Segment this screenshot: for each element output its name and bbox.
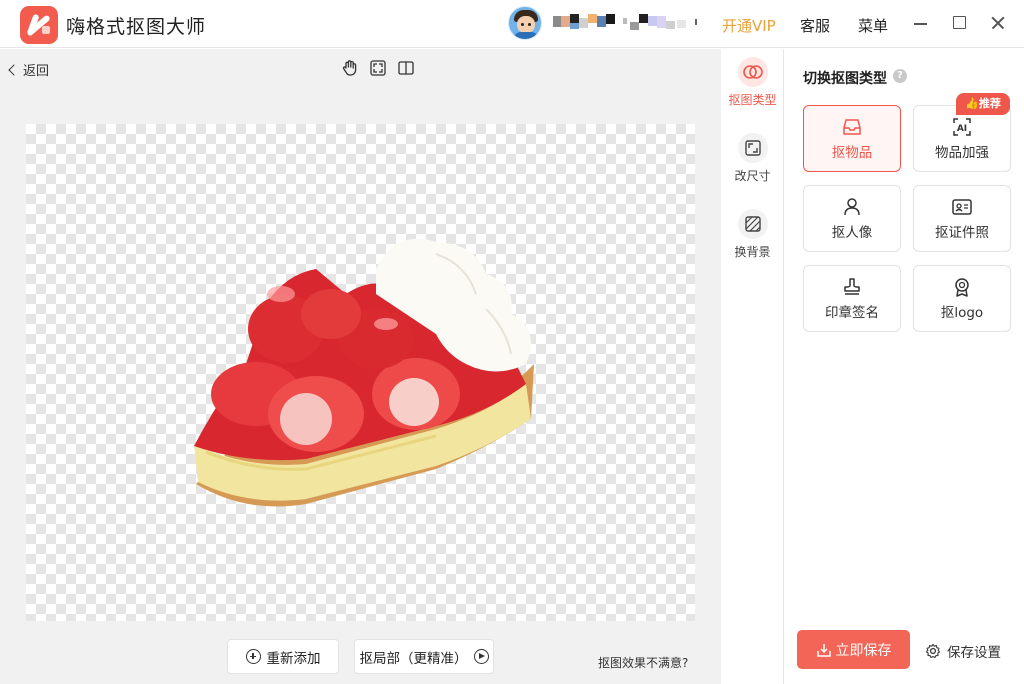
minimize-icon[interactable] [910,12,932,34]
title-bar: 嗨格式抠图大师 开通VIP 客服 菜单 [0,0,1024,48]
resize-icon [737,133,768,163]
card-object-enhance[interactable]: AI 物品加强 [913,105,1011,172]
save-label: 立即保存 [835,642,892,659]
cutout-type-icon [737,57,768,87]
card-cutout-portrait[interactable]: 抠人像 [803,185,901,252]
partial-label: 抠局部（更精准） [359,650,468,667]
badge-label: 推荐 [978,97,1001,110]
fit-screen-icon[interactable] [369,59,387,77]
rail-item-cutout-type[interactable]: 抠图类型 [721,57,784,108]
card-stamp-signature[interactable]: 印章签名 [803,265,901,332]
close-icon[interactable] [987,12,1009,34]
card-cutout-object[interactable]: 抠物品 [803,105,901,172]
partial-cutout-button[interactable]: 抠局部（更精准） [354,639,494,674]
person-icon [841,196,863,218]
add-circle-icon [245,649,261,664]
panel-title: 切换抠图类型 [803,71,887,87]
save-now-button[interactable]: 立即保存 [797,630,910,669]
card-label: 抠物品 [831,145,873,161]
download-icon [816,643,831,657]
rail-label: 换背景 [734,245,771,259]
hand-icon[interactable] [341,59,359,77]
card-cutout-logo[interactable]: 抠logo [913,265,1011,332]
customer-service-link[interactable]: 客服 [800,15,830,36]
rail-label: 改尺寸 [734,169,771,183]
app-logo [20,6,58,44]
play-circle-icon [473,649,489,664]
readd-button[interactable]: 重新添加 [227,639,339,674]
rail-item-resize[interactable]: 改尺寸 [721,133,784,184]
chevron-left-icon [8,64,20,76]
menu-link[interactable]: 菜单 [858,15,888,36]
thumbs-up-icon: 👍 [965,97,979,110]
card-label: 抠证件照 [935,225,989,241]
masked-username[interactable] [553,14,703,30]
save-settings-button[interactable]: 保存设置 [925,641,1001,661]
cutout-result-image[interactable] [186,214,546,524]
rail-label: 抠图类型 [728,93,777,107]
compare-icon[interactable] [397,59,415,77]
app-window: 嗨格式抠图大师 开通VIP 客服 菜单 返回 重新添加 抠局部（更精准） 抠图效… [0,0,1024,684]
open-vip-link[interactable]: 开通VIP [722,15,776,36]
card-id-photo[interactable]: 抠证件照 [913,185,1011,252]
gear-icon [925,643,941,659]
settings-label: 保存设置 [947,645,1001,661]
back-label: 返回 [23,64,50,79]
inbox-icon [841,116,863,138]
back-button[interactable]: 返回 [8,60,50,79]
badge-logo-icon [951,276,973,298]
help-icon[interactable]: ? [893,69,907,83]
card-label: 物品加强 [935,145,989,161]
tool-rail: 抠图类型 改尺寸 换背景 [721,49,784,684]
transparent-canvas[interactable] [26,124,695,621]
unsatisfied-link[interactable]: 抠图效果不满意? [598,654,688,671]
card-label: 印章签名 [825,305,879,321]
rail-item-background[interactable]: 换背景 [721,209,784,260]
id-card-icon [951,196,973,218]
canvas-area: 返回 重新添加 抠局部（更精准） 抠图效果不满意? [0,49,721,684]
user-avatar[interactable] [508,6,542,40]
maximize-icon[interactable] [949,12,971,34]
ai-scan-icon: AI [951,116,973,138]
card-label: 抠logo [940,305,984,321]
stamp-icon [841,276,863,298]
svg-text:AI: AI [957,124,967,134]
type-panel: 切换抠图类型 ? 抠物品 AI 物品加强 👍推荐 抠人像 抠证件照 印章签名 抠… [785,49,1024,684]
card-label: 抠人像 [831,225,873,241]
background-icon [737,209,768,239]
readd-label: 重新添加 [266,650,321,667]
recommend-badge: 👍推荐 [956,93,1010,115]
app-title: 嗨格式抠图大师 [66,16,207,38]
